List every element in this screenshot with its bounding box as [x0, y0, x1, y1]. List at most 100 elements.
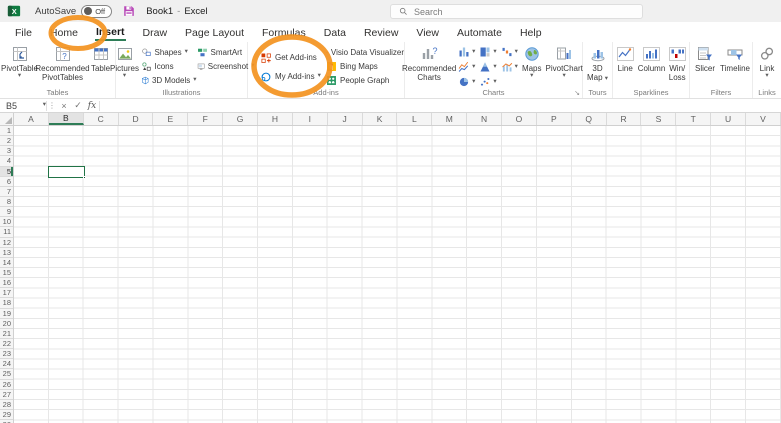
pivotchart-button[interactable]: PivotChart ▾ — [544, 44, 585, 80]
sparkline-line-button[interactable]: Line — [613, 44, 637, 73]
get-addins-button[interactable]: Get Add-ins — [260, 48, 322, 67]
column-header-N[interactable]: N — [467, 113, 503, 125]
row-header-16[interactable]: 16 — [0, 278, 13, 289]
column-header-V[interactable]: V — [746, 113, 781, 125]
column-header-U[interactable]: U — [711, 113, 747, 125]
row-header-25[interactable]: 25 — [0, 369, 13, 380]
row-header-5[interactable]: 5 — [0, 166, 13, 177]
pictures-button[interactable]: Pictures ▾ — [109, 44, 141, 80]
tab-help[interactable]: Help — [511, 22, 551, 42]
row-header-20[interactable]: 20 — [0, 319, 13, 329]
fill-handle[interactable] — [82, 175, 87, 180]
row-header-17[interactable]: 17 — [0, 288, 13, 299]
cells-area[interactable] — [14, 126, 781, 423]
recommended-pivottables-button[interactable]: ? Recommended PivotTables — [35, 44, 90, 82]
row-header-7[interactable]: 7 — [0, 187, 13, 197]
column-header-C[interactable]: C — [84, 113, 119, 125]
insert-combo-chart-button[interactable]: ▾ — [501, 60, 518, 74]
column-header-T[interactable]: T — [676, 113, 712, 125]
icons-button[interactable]: Icons — [141, 59, 197, 73]
formula-bar-drag-handle-icon[interactable]: ⋮ — [47, 101, 57, 110]
link-button[interactable]: Link ▾ — [754, 44, 780, 80]
tab-automate[interactable]: Automate — [448, 22, 511, 42]
timeline-button[interactable]: Timeline — [719, 44, 751, 73]
insert-line-chart-button[interactable]: ▾ — [458, 60, 475, 74]
row-header-22[interactable]: 22 — [0, 339, 13, 350]
sparkline-winloss-button[interactable]: Win/ Loss — [665, 44, 689, 82]
row-header-24[interactable]: 24 — [0, 359, 13, 370]
people-graph-button[interactable]: People Graph — [326, 73, 404, 87]
row-header-6[interactable]: 6 — [0, 177, 13, 187]
column-header-S[interactable]: S — [641, 113, 677, 125]
autosave-toggle[interactable]: Off — [81, 4, 113, 18]
row-header-18[interactable]: 18 — [0, 298, 13, 309]
row-header-28[interactable]: 28 — [0, 400, 13, 410]
row-header-13[interactable]: 13 — [0, 248, 13, 258]
selected-cell-b5[interactable] — [47, 165, 87, 180]
row-header-1[interactable]: 1 — [0, 126, 13, 137]
row-header-12[interactable]: 12 — [0, 238, 13, 248]
row-header-4[interactable]: 4 — [0, 156, 13, 167]
recommended-charts-button[interactable]: ? Recommended Charts — [402, 44, 456, 82]
column-header-G[interactable]: G — [223, 113, 259, 125]
row-header-23[interactable]: 23 — [0, 349, 13, 360]
column-header-J[interactable]: J — [328, 113, 363, 125]
row-header-21[interactable]: 21 — [0, 329, 13, 339]
row-header-2[interactable]: 2 — [0, 136, 13, 147]
row-header-11[interactable]: 11 — [0, 227, 13, 238]
insert-column-chart-button[interactable]: ▾ — [458, 45, 475, 59]
column-header-R[interactable]: R — [607, 113, 642, 125]
tab-formulas[interactable]: Formulas — [253, 22, 315, 42]
insert-function-icon[interactable]: fx — [85, 101, 99, 111]
tab-page-layout[interactable]: Page Layout — [176, 22, 253, 42]
tab-review[interactable]: Review — [355, 22, 407, 42]
tab-home[interactable]: Home — [41, 22, 87, 42]
column-header-I[interactable]: I — [293, 113, 328, 125]
row-header-8[interactable]: 8 — [0, 197, 13, 208]
name-box[interactable]: B5 ▾ — [0, 99, 46, 112]
tab-data[interactable]: Data — [315, 22, 355, 42]
row-header-3[interactable]: 3 — [0, 146, 13, 157]
insert-statistic-chart-button[interactable]: ▾ — [479, 60, 497, 74]
visio-data-visualizer-button[interactable]: Visio Data Visualizer — [326, 45, 404, 59]
column-header-K[interactable]: K — [363, 113, 398, 125]
row-header-10[interactable]: 10 — [0, 217, 13, 228]
row-header-14[interactable]: 14 — [0, 258, 13, 268]
tab-file[interactable]: File — [6, 22, 41, 42]
formula-input[interactable] — [100, 99, 781, 112]
search-input[interactable]: Search — [390, 4, 643, 19]
3d-map-button[interactable]: 3D Map ▾ — [584, 44, 612, 83]
column-header-Q[interactable]: Q — [572, 113, 607, 125]
column-header-L[interactable]: L — [397, 113, 433, 125]
row-header-9[interactable]: 9 — [0, 207, 13, 218]
smartart-button[interactable]: SmartArt — [197, 45, 255, 59]
insert-scatter-chart-button[interactable]: ▾ — [479, 75, 497, 89]
insert-hierarchy-chart-button[interactable]: ▾ — [479, 45, 497, 59]
bing-maps-button[interactable]: Bing Maps — [326, 59, 404, 73]
enter-icon[interactable]: ✓ — [71, 100, 85, 111]
column-header-E[interactable]: E — [153, 113, 189, 125]
column-header-H[interactable]: H — [258, 113, 293, 125]
slicer-button[interactable]: Slicer — [691, 44, 719, 73]
column-header-P[interactable]: P — [537, 113, 572, 125]
insert-pie-chart-button[interactable]: ▾ — [458, 75, 475, 89]
tab-insert[interactable]: Insert — [87, 22, 134, 42]
pivottable-button[interactable]: PivotTable ▾ — [1, 44, 39, 80]
tab-view[interactable]: View — [407, 22, 448, 42]
charts-dialog-launcher-icon[interactable]: ↘ — [574, 90, 580, 97]
column-header-F[interactable]: F — [188, 113, 224, 125]
row-header-27[interactable]: 27 — [0, 390, 13, 400]
row-header-19[interactable]: 19 — [0, 309, 13, 319]
select-all-corner[interactable] — [0, 113, 14, 126]
screenshot-button[interactable]: Screenshot ▾ — [197, 59, 255, 73]
shapes-button[interactable]: Shapes ▾ — [141, 45, 197, 59]
row-header-29[interactable]: 29 — [0, 410, 13, 421]
column-header-D[interactable]: D — [119, 113, 154, 125]
cancel-icon[interactable]: × — [57, 101, 71, 111]
insert-waterfall-chart-button[interactable]: ▾ — [501, 45, 518, 59]
maps-button[interactable]: Maps ▾ — [520, 44, 544, 80]
save-icon[interactable] — [122, 4, 136, 18]
my-addins-button[interactable]: My Add-ins ▾ — [260, 67, 322, 86]
column-header-B[interactable]: B — [48, 113, 84, 125]
3d-models-button[interactable]: 3D Models ▾ — [141, 73, 197, 87]
